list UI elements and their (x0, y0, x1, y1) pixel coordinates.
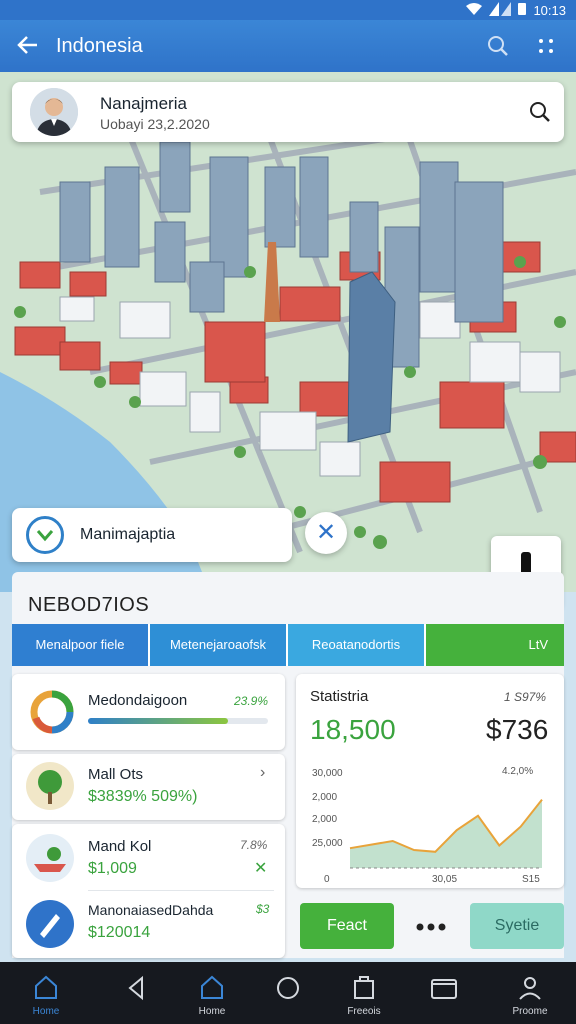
chevron-right-icon[interactable]: › (260, 764, 265, 782)
list-item-percent: 23.9% (234, 694, 269, 708)
page-title: Indonesia (56, 35, 143, 57)
bag-icon (354, 976, 374, 999)
status-bar: 10:13 (0, 0, 576, 20)
list-item-percent: 7.8% (240, 838, 268, 852)
wifi-icon (465, 2, 483, 19)
chart-tick-label: 30,000 (312, 768, 343, 779)
location-icon (26, 516, 64, 554)
list-item-percent: $3 (256, 902, 270, 916)
more-options-icon[interactable] (534, 34, 558, 58)
wallet-icon (431, 979, 457, 999)
list-group: Mand Kol $1,009 7.8% ✕ ManonaiasedDahda … (12, 824, 285, 958)
chart-tick-label: 2,000 (312, 792, 337, 803)
stats-value-secondary: $736 (486, 714, 549, 745)
boat-icon (26, 834, 74, 882)
nav-wallet[interactable] (414, 968, 474, 1020)
profile-icon (519, 977, 541, 1000)
nav-label: Home (32, 1006, 60, 1017)
nav-home-2[interactable]: Home (182, 968, 242, 1020)
location-card[interactable]: Manimajaptia (12, 508, 292, 562)
list-item-title: Mand Kol (88, 838, 152, 855)
status-time: 10:13 (533, 3, 566, 18)
house-icon (201, 975, 223, 999)
tree-icon (26, 762, 74, 810)
back-icon (128, 975, 143, 1001)
feed-button[interactable]: Feact (300, 903, 394, 949)
tab-4[interactable]: LtV (426, 624, 564, 666)
profile-search-card[interactable]: Nanajmeria Uobayi 23,2.2020 (12, 82, 564, 142)
app-bar: Indonesia (0, 20, 576, 72)
battery-icon (517, 2, 527, 19)
location-label: Manimajaptia (80, 526, 176, 543)
list-item[interactable]: Medondaigoon 23.9% (12, 674, 285, 750)
chart-tick-label: 25,000 (312, 838, 343, 849)
tab-3[interactable]: Reoatanodortis (288, 624, 426, 666)
donut-chart-icon (28, 688, 76, 736)
chart-tick-label: 2,000 (312, 814, 337, 825)
stats-area-chart: 30,000 4.2,0% 2,000 2,000 25,000 0 30,05… (312, 766, 543, 885)
nav-freeois[interactable]: Freeois (334, 968, 394, 1020)
list-item-title: ManonaiasedDahda (88, 902, 214, 918)
progress-track (88, 718, 268, 724)
progress-fill (88, 718, 229, 724)
nav-back[interactable] (106, 968, 166, 1020)
tab-2[interactable]: Metenejaroaofsk (150, 624, 288, 666)
circle-icon (277, 977, 299, 999)
list-item-title: Medondaigoon (88, 692, 188, 709)
tab-bar: Menalpoor fiele Metenejaroaofsk Reoatano… (12, 624, 564, 666)
bottom-nav: Home Home Freeois Proome (0, 962, 576, 1024)
nav-profile[interactable]: Proome (500, 968, 560, 1020)
back-arrow-icon[interactable] (14, 32, 42, 60)
stats-value: 18,500 (310, 714, 396, 745)
avatar (30, 88, 78, 136)
nav-home[interactable]: Home (16, 968, 76, 1020)
chart-tick-label: S15 (522, 874, 540, 885)
nav-circle[interactable] (258, 968, 318, 1020)
chart-tick-label: 30,05 (432, 874, 457, 885)
signal-icon (489, 2, 512, 19)
profile-subtitle: Uobayi 23,2.2020 (100, 116, 210, 132)
close-button[interactable]: ✕ (305, 512, 347, 554)
home-icon (35, 975, 57, 999)
nav-label: Home (198, 1006, 226, 1017)
divider (88, 890, 274, 891)
list-item[interactable]: Mall Ots $3839% 509%) › (12, 754, 285, 820)
list-item-title: Mall Ots (88, 766, 144, 783)
list-item-value: $120014 (88, 924, 151, 941)
nav-label: Freeois (347, 1006, 381, 1017)
list-item-value: $1,009 (88, 860, 137, 877)
chart-tick-label: 0 (324, 874, 330, 885)
share-button[interactable]: Syetie (470, 903, 564, 949)
close-icon: ✕ (315, 519, 337, 546)
stats-subtitle: 1 S97% (504, 690, 547, 704)
tab-1[interactable]: Menalpoor fiele (12, 624, 150, 666)
close-icon[interactable]: ✕ (254, 858, 267, 878)
stats-title: Statistria (310, 688, 369, 705)
search-icon[interactable] (484, 32, 512, 60)
more-dots-icon[interactable] (414, 920, 450, 932)
list-item-value: $3839% 509%) (88, 788, 198, 805)
panel-title: NEBOD7IOS (28, 594, 150, 616)
statistics-card[interactable]: Statistria 1 S97% 18,500 $736 30,000 4.2… (296, 674, 564, 888)
profile-name: Nanajmeria (100, 94, 187, 113)
pen-icon (26, 900, 74, 948)
chart-tick-label: 4.2,0% (502, 766, 533, 777)
search-icon[interactable] (526, 98, 554, 126)
nav-label: Proome (512, 1006, 548, 1017)
